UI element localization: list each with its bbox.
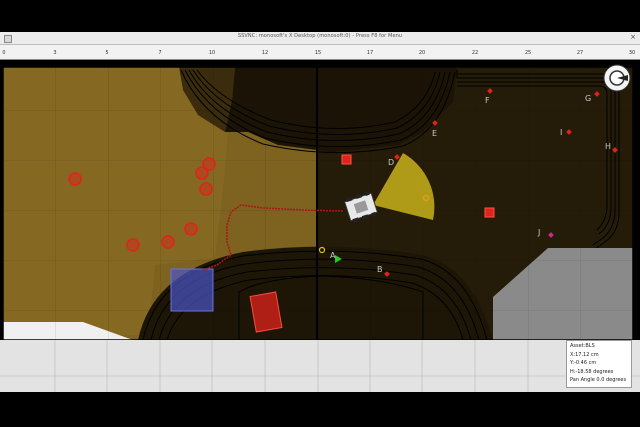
landmark-label: A bbox=[330, 251, 336, 260]
ruler-tick-label: 17 bbox=[366, 50, 374, 56]
ruler-tick-label: 15 bbox=[314, 50, 322, 56]
map-lower-margin bbox=[0, 340, 640, 392]
ruler-tick-label: 5 bbox=[105, 50, 109, 56]
landmark-label: F bbox=[485, 96, 490, 105]
horizontal-ruler: 0 3 5 7 10 12 15 17 20 22 25 27 30 bbox=[0, 45, 640, 60]
landmark-E[interactable]: E bbox=[432, 120, 438, 138]
asset-y-position: Y:-0.46 cm bbox=[570, 360, 597, 367]
ruler-tick-label: 20 bbox=[418, 50, 426, 56]
landmark-label: G bbox=[585, 94, 591, 103]
close-button[interactable]: × bbox=[630, 34, 636, 41]
asset-heading: H:-18.58 degrees bbox=[570, 368, 614, 375]
landmark-label: J bbox=[537, 228, 540, 237]
arena-map[interactable]: A B D E F G H I J bbox=[3, 60, 633, 340]
lower-grid bbox=[0, 340, 640, 392]
window-titlebar[interactable]: SSVNC: monosoft's X Desktop (monosoft:0)… bbox=[0, 32, 640, 45]
landmark-label: B bbox=[377, 265, 383, 274]
compass-icon bbox=[603, 64, 631, 92]
ruler-tick-label: 30 bbox=[628, 50, 636, 56]
red-square-marker bbox=[341, 154, 352, 165]
remote-desktop-screen: SSVNC: monosoft's X Desktop (monosoft:0)… bbox=[0, 0, 640, 427]
ruler-tick-label: 7 bbox=[158, 50, 162, 56]
window-title: SSVNC: monosoft's X Desktop (monosoft:0)… bbox=[237, 33, 403, 39]
landmark-label: I bbox=[560, 128, 562, 137]
ruler-tick-label: 25 bbox=[524, 50, 532, 56]
ruler-tick-label: 0 bbox=[2, 50, 6, 56]
ruler-tick-label: 12 bbox=[261, 50, 269, 56]
ruler-tick-label: 10 bbox=[208, 50, 216, 56]
red-target-zone[interactable] bbox=[249, 291, 283, 333]
map-grid bbox=[3, 67, 633, 340]
asset-x-position: X:17.12 cm bbox=[570, 351, 599, 358]
ruler-tick-label: 27 bbox=[576, 50, 584, 56]
landmark-label: E bbox=[432, 129, 437, 138]
landmark-label: H bbox=[605, 142, 611, 151]
asset-pan-angle: Pan Angle 0.0 degrees bbox=[570, 377, 627, 384]
arena-map-canvas[interactable]: A B D E F G H I J bbox=[3, 60, 633, 340]
red-square-marker bbox=[484, 207, 495, 218]
landmark-A[interactable]: A bbox=[330, 251, 336, 260]
ruler-tick-label: 22 bbox=[471, 50, 479, 56]
letterbox-bottom bbox=[0, 392, 640, 427]
blue-target-zone[interactable] bbox=[170, 268, 214, 312]
asset-name: Asset:BLS bbox=[570, 343, 595, 349]
landmark-label: D bbox=[388, 158, 394, 167]
asset-info-panel: Asset:BLS X:17.12 cm Y:-0.46 cm H:-18.58… bbox=[566, 340, 632, 388]
ruler-tick-label: 3 bbox=[53, 50, 57, 56]
